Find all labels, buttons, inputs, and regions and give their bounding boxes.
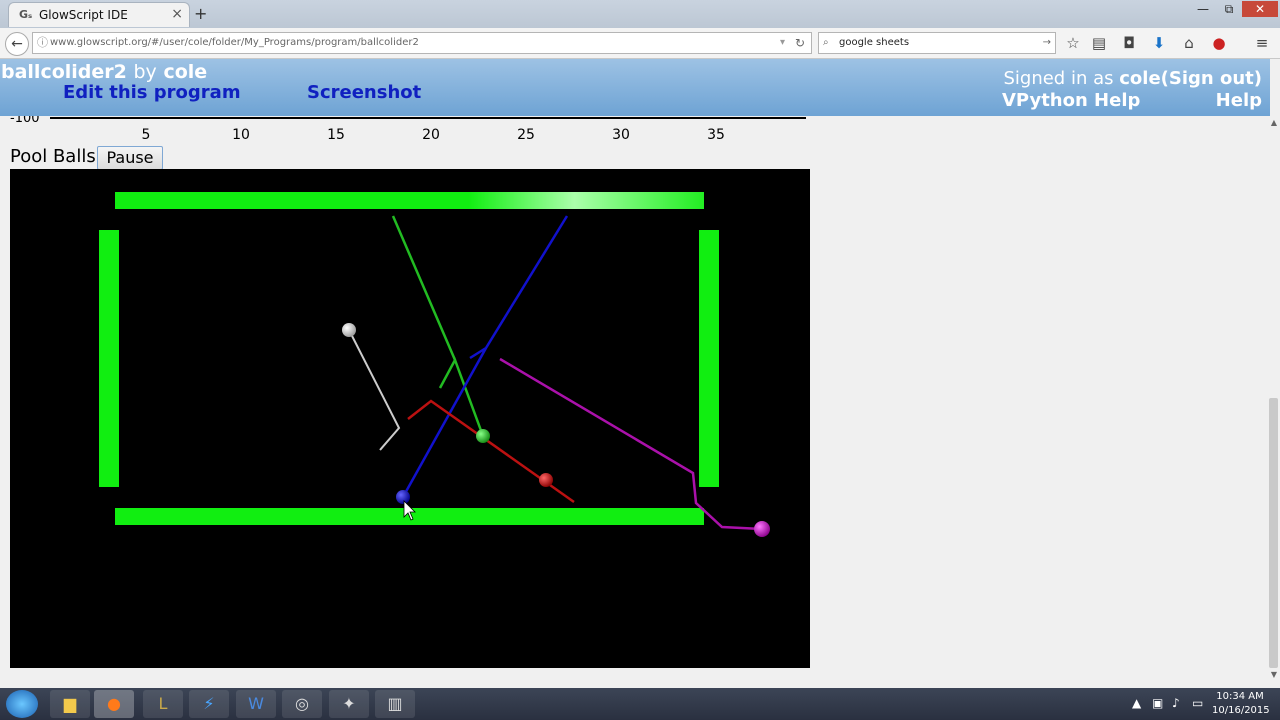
new-tab-button[interactable]: + bbox=[194, 4, 207, 23]
system-clock[interactable]: 10:34 AM 10/16/2015 bbox=[1212, 690, 1270, 718]
network-icon[interactable]: ▣ bbox=[1152, 696, 1163, 710]
action-center-icon[interactable]: ▭ bbox=[1192, 696, 1203, 710]
start-button[interactable] bbox=[6, 690, 38, 718]
tab-close-icon[interactable]: × bbox=[171, 6, 183, 22]
minimize-button[interactable]: — bbox=[1190, 1, 1216, 17]
vpython-help-link[interactable]: VPython Help bbox=[1002, 90, 1140, 111]
x-tick-label: 5 bbox=[141, 127, 151, 143]
signed-in-status: Signed in as cole(Sign out) bbox=[1003, 68, 1262, 89]
red-ball-trail bbox=[407, 399, 575, 504]
menu-icon[interactable]: ≡ bbox=[1252, 34, 1272, 52]
glowscript-favicon-icon: Gₛ bbox=[19, 8, 33, 21]
scroll-down-icon[interactable]: ▼ bbox=[1268, 670, 1280, 679]
search-icon: ⌕ bbox=[823, 37, 829, 48]
x-tick-label: 30 bbox=[612, 127, 630, 143]
search-text: google sheets bbox=[839, 37, 910, 48]
scene-title: Pool Balls bbox=[10, 146, 96, 167]
y-axis-label: -100 bbox=[10, 116, 40, 126]
pause-button[interactable]: Pause bbox=[97, 146, 163, 170]
home-icon[interactable]: ⌂ bbox=[1179, 34, 1199, 52]
signed-in-user: cole bbox=[1119, 68, 1161, 89]
audio-editor-icon[interactable]: ▥ bbox=[375, 690, 415, 718]
back-button[interactable]: ← bbox=[5, 32, 29, 56]
adblock-icon[interactable]: ● bbox=[1209, 34, 1229, 52]
reading-list-icon[interactable]: ▤ bbox=[1089, 34, 1109, 52]
edit-program-link[interactable]: Edit this program bbox=[63, 82, 241, 103]
heroes-of-the-storm-icon[interactable]: ⚡ bbox=[189, 690, 229, 718]
scene-svg bbox=[99, 192, 770, 537]
program-output: -100 5 10 15 20 25 30 35 Pool Balls Paus… bbox=[0, 116, 1268, 688]
league-of-legends-icon[interactable]: L bbox=[143, 690, 183, 718]
browser-tab[interactable]: Gₛ GlowScript IDE × bbox=[8, 2, 190, 27]
word-icon[interactable]: W bbox=[236, 690, 276, 718]
magenta-ball bbox=[754, 521, 770, 537]
red-ball bbox=[539, 473, 553, 487]
vertical-scrollbar[interactable]: ▲ ▼ bbox=[1268, 116, 1280, 688]
x-tick-label: 25 bbox=[517, 127, 535, 143]
tab-bar: Gₛ GlowScript IDE × + — ⧉ ✕ bbox=[0, 0, 1280, 28]
blue-ball-trail bbox=[401, 215, 569, 498]
search-input[interactable]: ⌕ google sheets → bbox=[818, 32, 1056, 54]
show-hidden-icon[interactable]: ▲ bbox=[1132, 696, 1141, 710]
search-go-icon[interactable]: → bbox=[1043, 33, 1051, 53]
white-ball-trail bbox=[348, 329, 401, 451]
x-tick-label: 35 bbox=[707, 127, 725, 143]
program-info: ballcolider2 by cole bbox=[1, 61, 207, 83]
graph-axis: -100 5 10 15 20 25 30 35 bbox=[10, 116, 810, 148]
maximize-button[interactable]: ⧉ bbox=[1216, 1, 1242, 17]
navigation-bar: ← ⓘ www.glowscript.org/#/user/cole/folde… bbox=[0, 28, 1280, 59]
x-axis-line bbox=[50, 117, 806, 119]
scene-canvas[interactable] bbox=[10, 169, 810, 668]
taskbar: ▆ ● L ⚡ W ◎ ✦ ▥ ▲ ▣ ♪ ▭ 10:34 AM 10/16/2… bbox=[0, 688, 1280, 720]
scroll-up-icon[interactable]: ▲ bbox=[1268, 118, 1280, 127]
firefox-icon[interactable]: ● bbox=[94, 690, 134, 718]
scrollbar-thumb[interactable] bbox=[1269, 398, 1278, 668]
left-rail bbox=[99, 230, 119, 487]
obs-icon[interactable]: ◎ bbox=[282, 690, 322, 718]
clock-date: 10/16/2015 bbox=[1212, 705, 1270, 716]
url-history-dropdown-icon[interactable]: ▾ bbox=[780, 33, 785, 53]
program-name: ballcolider2 bbox=[1, 61, 127, 83]
pocket-icon[interactable]: ◘ bbox=[1119, 34, 1139, 52]
x-tick-label: 10 bbox=[232, 127, 250, 143]
address-bar[interactable]: ⓘ www.glowscript.org/#/user/cole/folder/… bbox=[32, 32, 812, 54]
white-ball bbox=[342, 323, 356, 337]
right-rail bbox=[699, 230, 719, 487]
author-name: cole bbox=[163, 61, 208, 83]
by-label: by bbox=[133, 61, 157, 83]
url-text: www.glowscript.org/#/user/cole/folder/My… bbox=[50, 37, 419, 48]
x-tick-label: 15 bbox=[327, 127, 345, 143]
close-window-button[interactable]: ✕ bbox=[1242, 1, 1278, 17]
star-icon[interactable]: ☆ bbox=[1063, 34, 1083, 52]
file-explorer-icon[interactable]: ▆ bbox=[50, 690, 90, 718]
green-ball-trail bbox=[391, 215, 485, 437]
reload-icon[interactable]: ↻ bbox=[795, 33, 805, 53]
green-ball bbox=[476, 429, 490, 443]
tab-title: GlowScript IDE bbox=[39, 8, 128, 22]
magenta-ball-trail bbox=[499, 357, 763, 531]
blue-ball bbox=[396, 490, 410, 504]
clock-time: 10:34 AM bbox=[1216, 691, 1264, 702]
download-icon[interactable]: ⬇ bbox=[1149, 34, 1169, 52]
signed-in-prefix: Signed in as bbox=[1003, 68, 1114, 89]
screenshot-link[interactable]: Screenshot bbox=[307, 82, 421, 103]
game-app-icon[interactable]: ✦ bbox=[329, 690, 369, 718]
page-header: ballcolider2 by cole Edit this program S… bbox=[0, 59, 1270, 116]
volume-icon[interactable]: ♪ bbox=[1172, 696, 1180, 710]
x-tick-label: 20 bbox=[422, 127, 440, 143]
top-rail bbox=[115, 192, 704, 209]
sign-out-link[interactable]: (Sign out) bbox=[1161, 68, 1262, 89]
site-info-icon[interactable]: ⓘ bbox=[37, 33, 48, 53]
help-link[interactable]: Help bbox=[1216, 90, 1262, 111]
